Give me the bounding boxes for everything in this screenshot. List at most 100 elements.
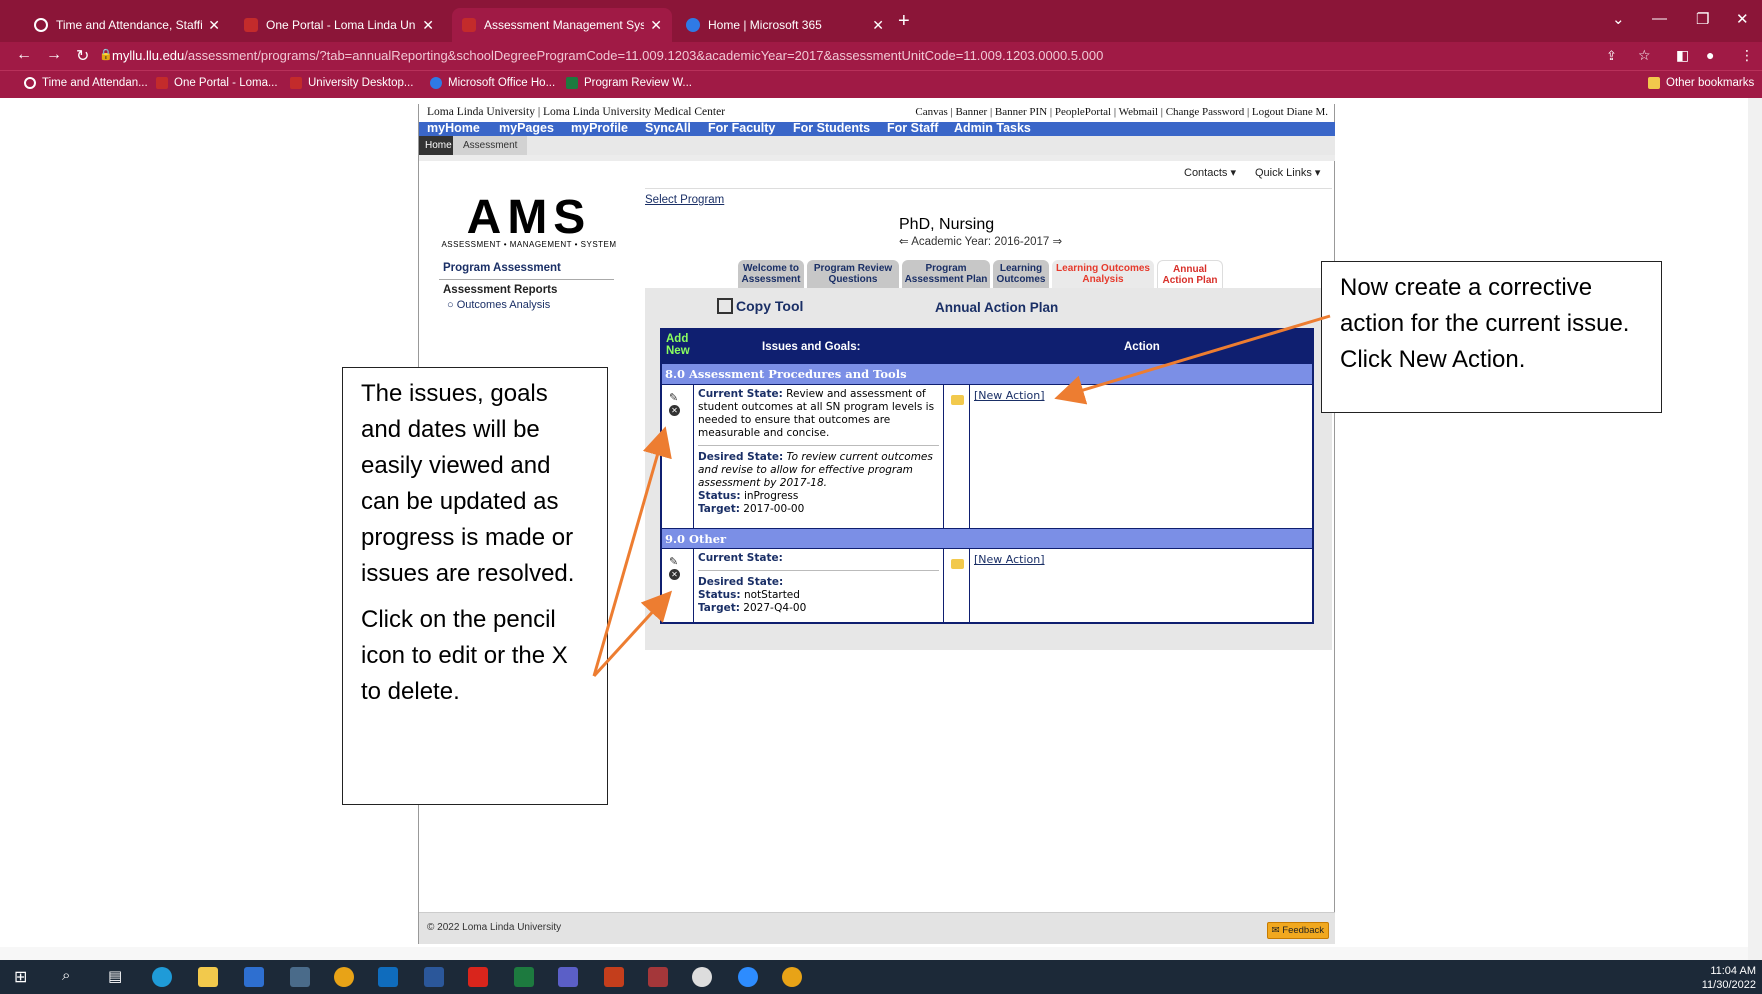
tab-welcome[interactable]: Welcome to Assessment: [738, 260, 804, 288]
section-header-9: 9.0 Other: [662, 528, 1312, 548]
bookmark-star-icon[interactable]: ☆: [1638, 47, 1651, 64]
powerpoint-icon[interactable]: [604, 967, 624, 987]
folder-icon[interactable]: [951, 395, 964, 405]
delete-x-icon[interactable]: ✕: [669, 569, 680, 580]
browser-tab-time-attendance[interactable]: Time and Attendance, Staffing an ✕: [24, 8, 230, 42]
folder-icon: [1648, 77, 1660, 89]
academic-year-selector[interactable]: ⇐ Academic Year: 2016-2017 ⇒: [899, 234, 1062, 248]
breadcrumb-home[interactable]: Home: [419, 136, 458, 155]
feedback-button[interactable]: ✉ Feedback: [1266, 922, 1329, 939]
bookmark-program-review[interactable]: Program Review W...: [566, 77, 692, 89]
bookmark-ms-office[interactable]: Microsoft Office Ho...: [430, 77, 555, 89]
calculator-icon[interactable]: [290, 967, 310, 987]
outlook-icon[interactable]: [378, 967, 398, 987]
reload-icon[interactable]: ↻: [76, 46, 89, 66]
app-icon[interactable]: [692, 967, 712, 987]
tab-program-assessment-plan[interactable]: Program Assessment Plan: [902, 260, 990, 288]
folder-icon[interactable]: [951, 559, 964, 569]
bookmark-university-desktop[interactable]: University Desktop...: [290, 77, 413, 89]
bookmarks-bar: Time and Attendan... One Portal - Loma..…: [0, 70, 1762, 98]
side-panel-icon[interactable]: ◧: [1676, 47, 1689, 64]
breadcrumb-assessment[interactable]: Assessment: [453, 136, 528, 155]
system-clock[interactable]: 11:04 AM 11/30/2022: [1702, 964, 1756, 992]
file-explorer-icon[interactable]: [198, 967, 218, 987]
tab-search-icon[interactable]: ⌄: [1612, 10, 1625, 28]
acrobat-icon[interactable]: [468, 967, 488, 987]
copy-tool-button[interactable]: Copy Tool: [717, 298, 803, 314]
program-tabs: Welcome to Assessment Program Review Que…: [419, 260, 1335, 288]
menu-for-faculty[interactable]: For Faculty: [708, 122, 775, 135]
site-top-left-links[interactable]: Loma Linda University | Loma Linda Unive…: [427, 106, 725, 118]
delete-x-icon[interactable]: ✕: [669, 405, 680, 416]
copyright: © 2022 Loma Linda University: [427, 922, 562, 933]
back-icon[interactable]: ←: [16, 46, 32, 64]
browser-tab-one-portal[interactable]: One Portal - Loma Linda Univers ✕: [234, 8, 444, 42]
pencil-edit-icon[interactable]: ✎: [669, 555, 678, 568]
chrome-icon[interactable]: [334, 967, 354, 987]
other-bookmarks[interactable]: Other bookmarks: [1648, 77, 1754, 89]
browser-tab-m365[interactable]: Home | Microsoft 365 ✕: [676, 8, 894, 42]
menu-admin-tasks[interactable]: Admin Tasks: [954, 122, 1031, 135]
nav-outcomes-analysis[interactable]: ○ Outcomes Analysis: [447, 299, 550, 311]
new-action-link[interactable]: [New Action]: [974, 389, 1045, 402]
teams-icon[interactable]: [558, 967, 578, 987]
close-tab-icon[interactable]: ✕: [422, 17, 434, 34]
store-icon[interactable]: [244, 967, 264, 987]
vertical-scrollbar[interactable]: [1748, 98, 1762, 960]
chrome-profile-icon[interactable]: [782, 967, 802, 987]
address-bar: ← → ↻ 🔒 myllu.llu.edu/assessment/program…: [0, 42, 1762, 70]
tab-learning-outcomes-analysis[interactable]: Learning Outcomes Analysis: [1052, 260, 1154, 288]
close-window-icon[interactable]: ✕: [1736, 10, 1749, 28]
close-tab-icon[interactable]: ✕: [208, 17, 220, 34]
new-action-link[interactable]: [New Action]: [974, 553, 1045, 566]
left-callout: The issues, goals and dates will be easi…: [342, 367, 608, 805]
browser-tab-bar: Time and Attendance, Staffing an ✕ One P…: [0, 0, 1762, 42]
bookmark-one-portal[interactable]: One Portal - Loma...: [156, 77, 278, 89]
access-icon[interactable]: [648, 967, 668, 987]
loading-icon: [34, 18, 48, 32]
menu-mypages[interactable]: myPages: [499, 122, 554, 135]
llu-shield-icon: [290, 77, 302, 89]
url-field[interactable]: myllu.llu.edu/assessment/programs/?tab=a…: [112, 48, 1103, 63]
header-divider: [419, 155, 1335, 161]
contacts-dropdown[interactable]: Contacts ▾: [1184, 166, 1236, 179]
copy-icon: [717, 298, 733, 314]
word-icon[interactable]: [424, 967, 444, 987]
close-tab-icon[interactable]: ✕: [650, 17, 662, 34]
tab-program-review-questions[interactable]: Program Review Questions: [807, 260, 899, 288]
windows-start-icon[interactable]: ⊞: [14, 967, 34, 987]
menu-myhome[interactable]: myHome: [427, 122, 480, 135]
close-tab-icon[interactable]: ✕: [872, 17, 884, 34]
profile-icon[interactable]: ●: [1706, 47, 1714, 63]
browser-tab-ams[interactable]: Assessment Management System ✕: [452, 8, 672, 42]
table-row: ✎ ✕ Current State: Review and assessment…: [662, 384, 1312, 528]
menu-for-staff[interactable]: For Staff: [887, 122, 938, 135]
tab-annual-action-plan[interactable]: Annual Action Plan: [1157, 260, 1223, 288]
new-tab-icon[interactable]: +: [898, 10, 910, 33]
select-program-link[interactable]: Select Program: [645, 194, 724, 206]
restore-icon[interactable]: ❐: [1696, 10, 1709, 28]
tab-learning-outcomes[interactable]: Learning Outcomes: [993, 260, 1049, 288]
content-divider: [645, 188, 1332, 189]
horizontal-scrollbar[interactable]: [0, 947, 1748, 960]
menu-kebab-icon[interactable]: ⋮: [1740, 47, 1754, 64]
menu-for-students[interactable]: For Students: [793, 122, 870, 135]
section-header-8: 8.0 Assessment Procedures and Tools: [662, 364, 1312, 384]
edge-icon[interactable]: [152, 967, 172, 987]
share-icon[interactable]: ⇪: [1606, 48, 1617, 64]
quick-links-dropdown[interactable]: Quick Links ▾: [1255, 166, 1320, 179]
main-menu: myHome myPages myProfile SyncAll For Fac…: [419, 122, 1335, 136]
excel-icon[interactable]: [514, 967, 534, 987]
search-icon[interactable]: ⌕: [62, 967, 82, 987]
forward-icon[interactable]: →: [46, 46, 62, 64]
m365-icon: [430, 77, 442, 89]
menu-myprofile[interactable]: myProfile: [571, 122, 628, 135]
zoom-icon[interactable]: [738, 967, 758, 987]
site-top-right-links[interactable]: Canvas | Banner | Banner PIN | PeoplePor…: [915, 106, 1328, 118]
add-new-link[interactable]: Add New: [666, 333, 694, 357]
menu-syncall[interactable]: SyncAll: [645, 122, 691, 135]
pencil-edit-icon[interactable]: ✎: [669, 391, 678, 404]
bookmark-time-attendance[interactable]: Time and Attendan...: [24, 77, 148, 89]
task-view-icon[interactable]: ▤: [108, 967, 128, 987]
minimize-icon[interactable]: —: [1652, 10, 1667, 27]
